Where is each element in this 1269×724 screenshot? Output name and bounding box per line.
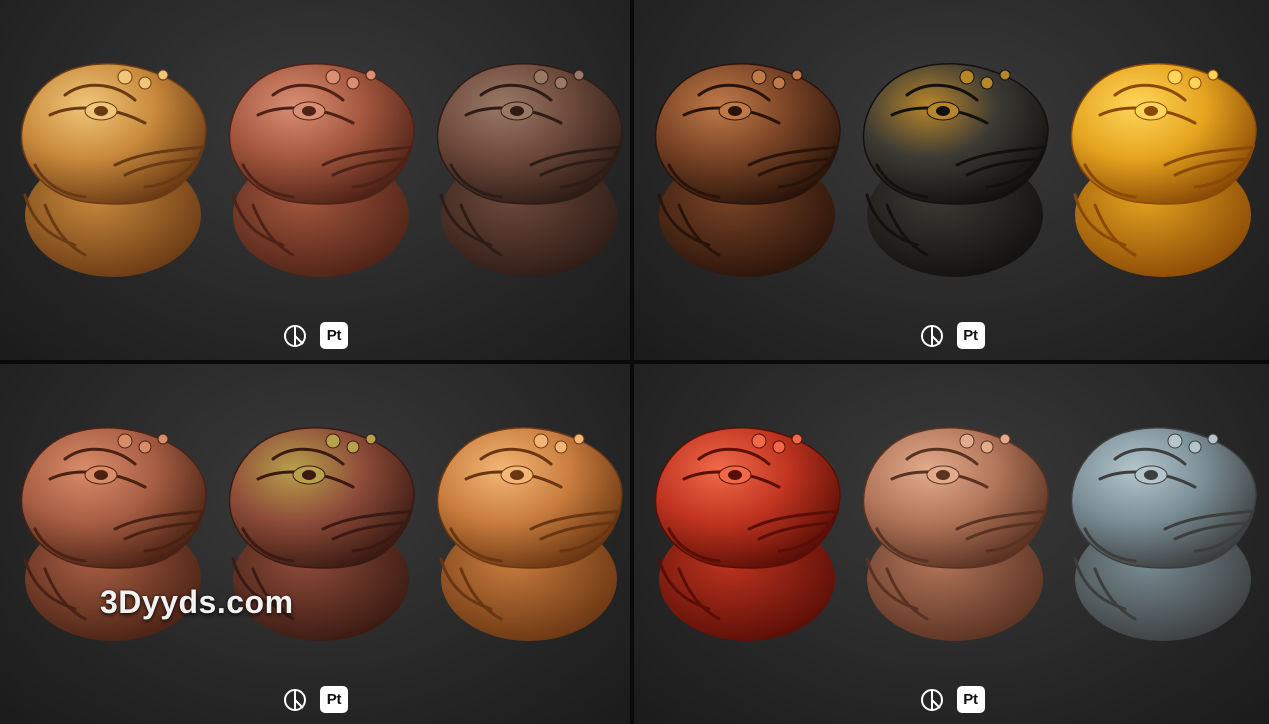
toad-pale-rosewood — [847, 419, 1052, 644]
toad-golden-wood — [5, 55, 210, 280]
toad-light-oak — [421, 419, 626, 644]
toad-mossy-walnut — [421, 55, 626, 280]
toad-gold — [1055, 55, 1260, 280]
render-panel-1: Pt — [0, 0, 630, 360]
logo-row: Pt — [282, 686, 348, 713]
render-panel-3: Pt — [0, 364, 630, 724]
toad-weathered-teal — [1055, 419, 1260, 644]
substance-logo-icon — [920, 324, 943, 347]
substance-logo-icon — [284, 324, 306, 347]
toad-cherry-wood — [213, 55, 418, 280]
render-panel-2: Pt — [634, 0, 1269, 360]
painter-pt-badge: Pt — [956, 686, 985, 713]
substance-logo-icon — [920, 688, 943, 711]
toad-red-lacquer — [639, 419, 844, 644]
toad-black-gold — [847, 55, 1052, 280]
substance-logo-icon — [284, 688, 306, 711]
toad-dark-bronze — [639, 55, 844, 280]
logo-row: Pt — [919, 686, 985, 713]
logo-row: Pt — [919, 322, 985, 349]
painter-pt-badge: Pt — [320, 686, 348, 713]
painter-pt-badge: Pt — [320, 322, 348, 349]
logo-row: Pt — [282, 322, 348, 349]
watermark-text: 3Dyyds.com — [100, 584, 294, 620]
painter-pt-badge: Pt — [956, 322, 985, 349]
render-panel-4: Pt — [634, 364, 1269, 724]
